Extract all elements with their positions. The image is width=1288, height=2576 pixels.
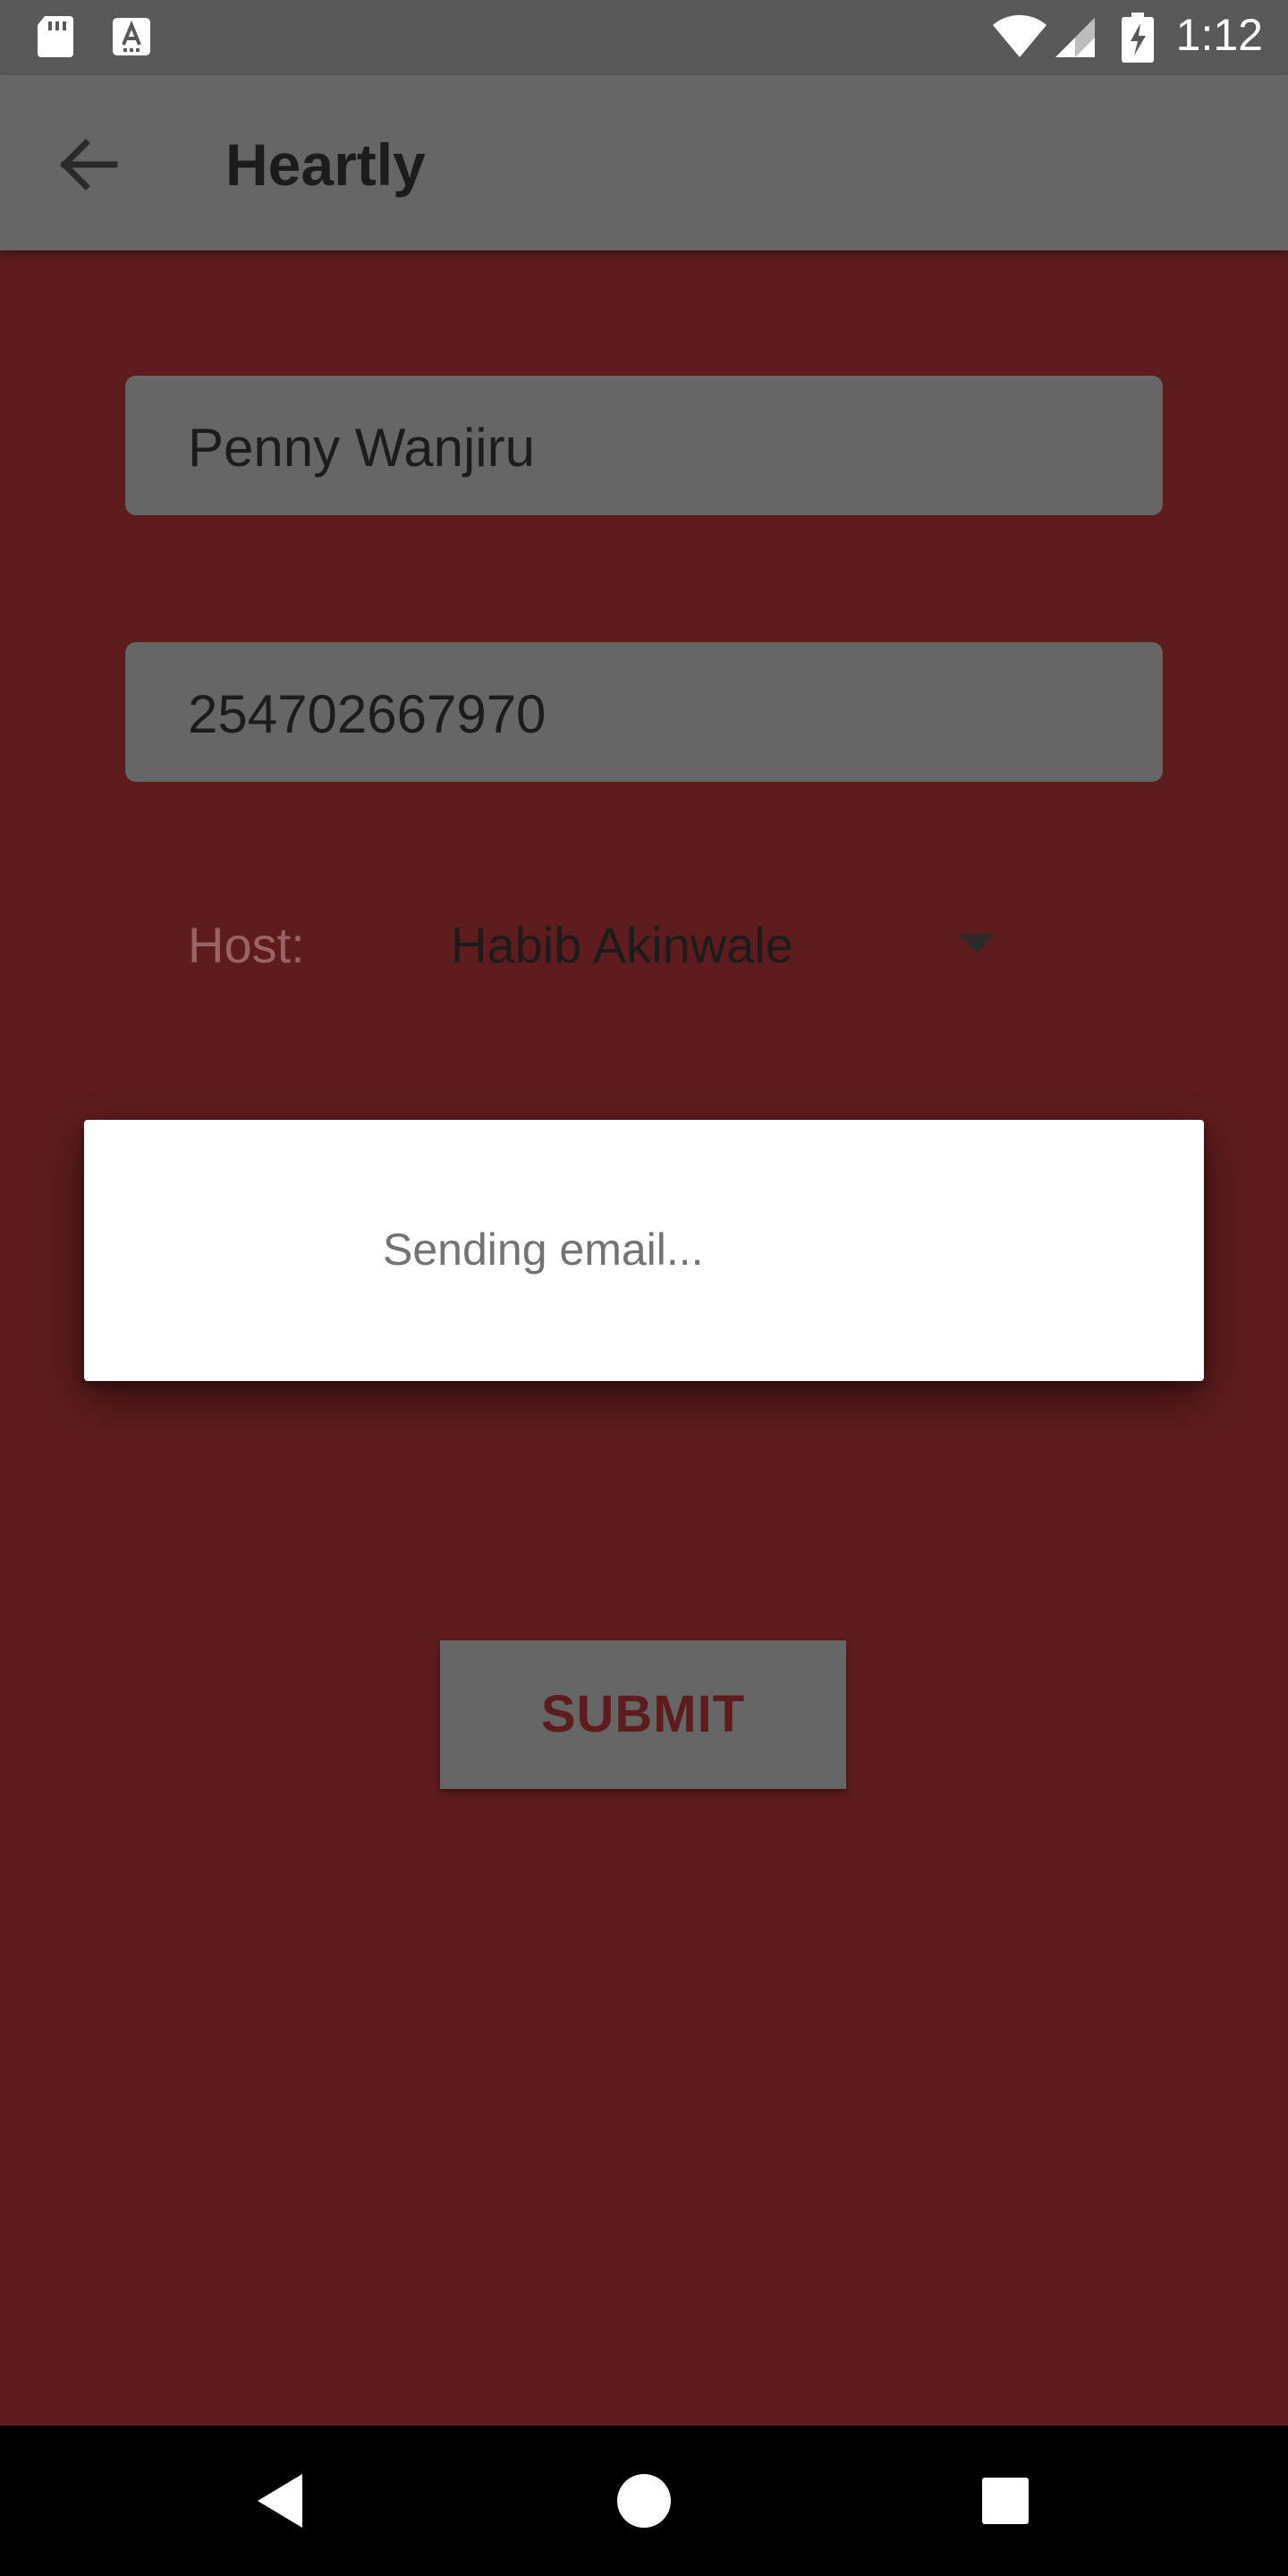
- app-title: Heartly: [225, 131, 426, 198]
- cell-signal-icon: [1054, 16, 1097, 59]
- nav-back-icon[interactable]: [243, 2462, 322, 2540]
- sd-card-icon: [36, 14, 75, 59]
- nav-recents-icon[interactable]: [966, 2462, 1045, 2540]
- host-dropdown-value: Habib Akinwale: [451, 917, 793, 973]
- dialog-message: Sending email...: [383, 1224, 704, 1275]
- status-time: 1:12: [1175, 10, 1263, 60]
- battery-charging-icon: [1122, 13, 1154, 63]
- name-field-value: Penny Wanjiru: [188, 418, 535, 478]
- app-bar: [0, 75, 1288, 250]
- dropdown-arrow-icon: [959, 934, 995, 955]
- wifi-icon: [991, 14, 1048, 59]
- keyboard-a-icon: [113, 18, 150, 55]
- status-bar: 1:12: [0, 0, 1288, 75]
- navigation-bar: [0, 2426, 1288, 2576]
- phone-field-value: 254702667970: [188, 684, 547, 744]
- progress-dialog: Sending email...: [84, 1120, 1204, 1381]
- arrow-back-icon: [47, 139, 129, 209]
- nav-home-icon[interactable]: [605, 2462, 683, 2540]
- host-dropdown[interactable]: Habib Akinwale: [447, 894, 1020, 993]
- back-button[interactable]: [47, 123, 129, 206]
- name-field[interactable]: Penny Wanjiru: [125, 376, 1163, 515]
- phone-field[interactable]: 254702667970: [125, 642, 1163, 782]
- submit-button[interactable]: SUBMIT: [440, 1640, 846, 1789]
- host-label: Host:: [188, 917, 305, 973]
